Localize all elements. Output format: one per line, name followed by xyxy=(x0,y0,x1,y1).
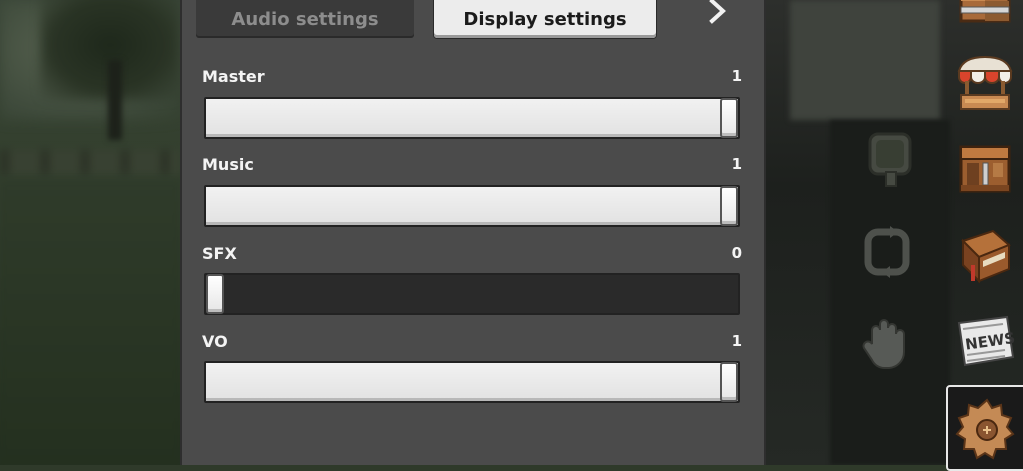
crafting-block-icon xyxy=(959,0,1011,23)
vo-slider[interactable] xyxy=(204,361,740,403)
master-slider[interactable] xyxy=(204,97,740,139)
sidebar-item-workbench[interactable] xyxy=(950,134,1020,204)
vo-value: 1 xyxy=(731,332,742,350)
music-label: Music xyxy=(202,155,254,174)
slider-fill xyxy=(206,99,738,137)
hand-icon xyxy=(862,319,905,369)
magnifier-icon xyxy=(868,132,912,187)
tab-display-settings[interactable]: Display settings xyxy=(434,0,656,38)
sidebar-item-shop[interactable] xyxy=(950,48,1020,118)
news-icon: NEWS xyxy=(957,315,1016,367)
slider-handle[interactable] xyxy=(206,274,224,314)
sidebar-item-book[interactable] xyxy=(950,222,1020,292)
slider-fill xyxy=(206,363,738,401)
rotate-icon xyxy=(864,226,910,278)
sidebar-menu: NEWS xyxy=(940,0,1023,471)
tab-audio-settings[interactable]: Audio settings xyxy=(196,0,414,38)
vo-label: VO xyxy=(202,332,228,351)
slider-handle[interactable] xyxy=(720,362,738,402)
music-value: 1 xyxy=(731,155,742,173)
slider-handle[interactable] xyxy=(720,98,738,138)
shop-stall-icon xyxy=(957,55,1013,110)
settings-panel: Audio settings Display settings Master 1… xyxy=(180,0,766,465)
slider-fill xyxy=(206,187,738,225)
master-value: 1 xyxy=(731,67,742,85)
slider-handle[interactable] xyxy=(720,186,738,226)
sfx-value: 0 xyxy=(731,244,742,262)
music-slider[interactable] xyxy=(204,185,740,227)
next-tab-arrow-icon[interactable] xyxy=(707,0,731,28)
sidebar-item-news[interactable]: NEWS xyxy=(950,306,1020,376)
book-icon xyxy=(961,229,1011,284)
settings-gear-icon xyxy=(955,398,1015,460)
sidebar-item-settings[interactable] xyxy=(946,385,1023,471)
sidebar-item-crafting[interactable] xyxy=(950,0,1020,34)
sfx-slider[interactable] xyxy=(204,273,740,315)
sfx-label: SFX xyxy=(202,244,237,263)
master-label: Master xyxy=(202,67,265,86)
workbench-icon xyxy=(959,145,1011,193)
